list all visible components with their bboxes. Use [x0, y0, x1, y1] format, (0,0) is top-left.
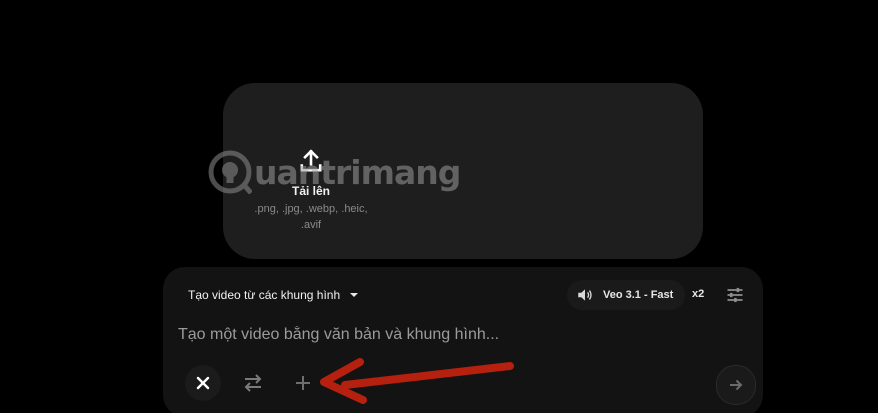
mode-dropdown-label: Tạo video từ các khung hình: [188, 288, 341, 302]
clear-button[interactable]: [185, 365, 221, 401]
mode-dropdown[interactable]: Tạo video từ các khung hình: [178, 282, 368, 308]
upload-label: Tải lên: [291, 184, 330, 198]
swap-frames-button[interactable]: [235, 365, 271, 401]
model-label: Veo 3.1 - Fast: [603, 289, 674, 301]
close-icon: [196, 376, 210, 390]
add-frame-button[interactable]: [285, 365, 321, 401]
upload-button[interactable]: Tải lên .png, .jpg, .webp, .heic, .avif: [236, 140, 386, 240]
upload-icon: [300, 149, 322, 172]
upload-formats-hint: .png, .jpg, .webp, .heic, .avif: [254, 203, 368, 231]
page: Tải lên .png, .jpg, .webp, .heic, .avif …: [0, 0, 878, 413]
settings-sliders-icon[interactable]: [725, 285, 745, 305]
caret-down-icon: [350, 293, 359, 297]
prompt-input[interactable]: [178, 323, 738, 347]
arrow-right-icon: [730, 379, 743, 391]
speaker-icon: [578, 289, 592, 301]
plus-icon: [296, 376, 310, 390]
send-button[interactable]: [716, 365, 756, 405]
output-count-button[interactable]: x2: [692, 288, 704, 300]
model-selector-button[interactable]: Veo 3.1 - Fast: [567, 280, 685, 310]
swap-arrows-icon: [244, 374, 262, 392]
